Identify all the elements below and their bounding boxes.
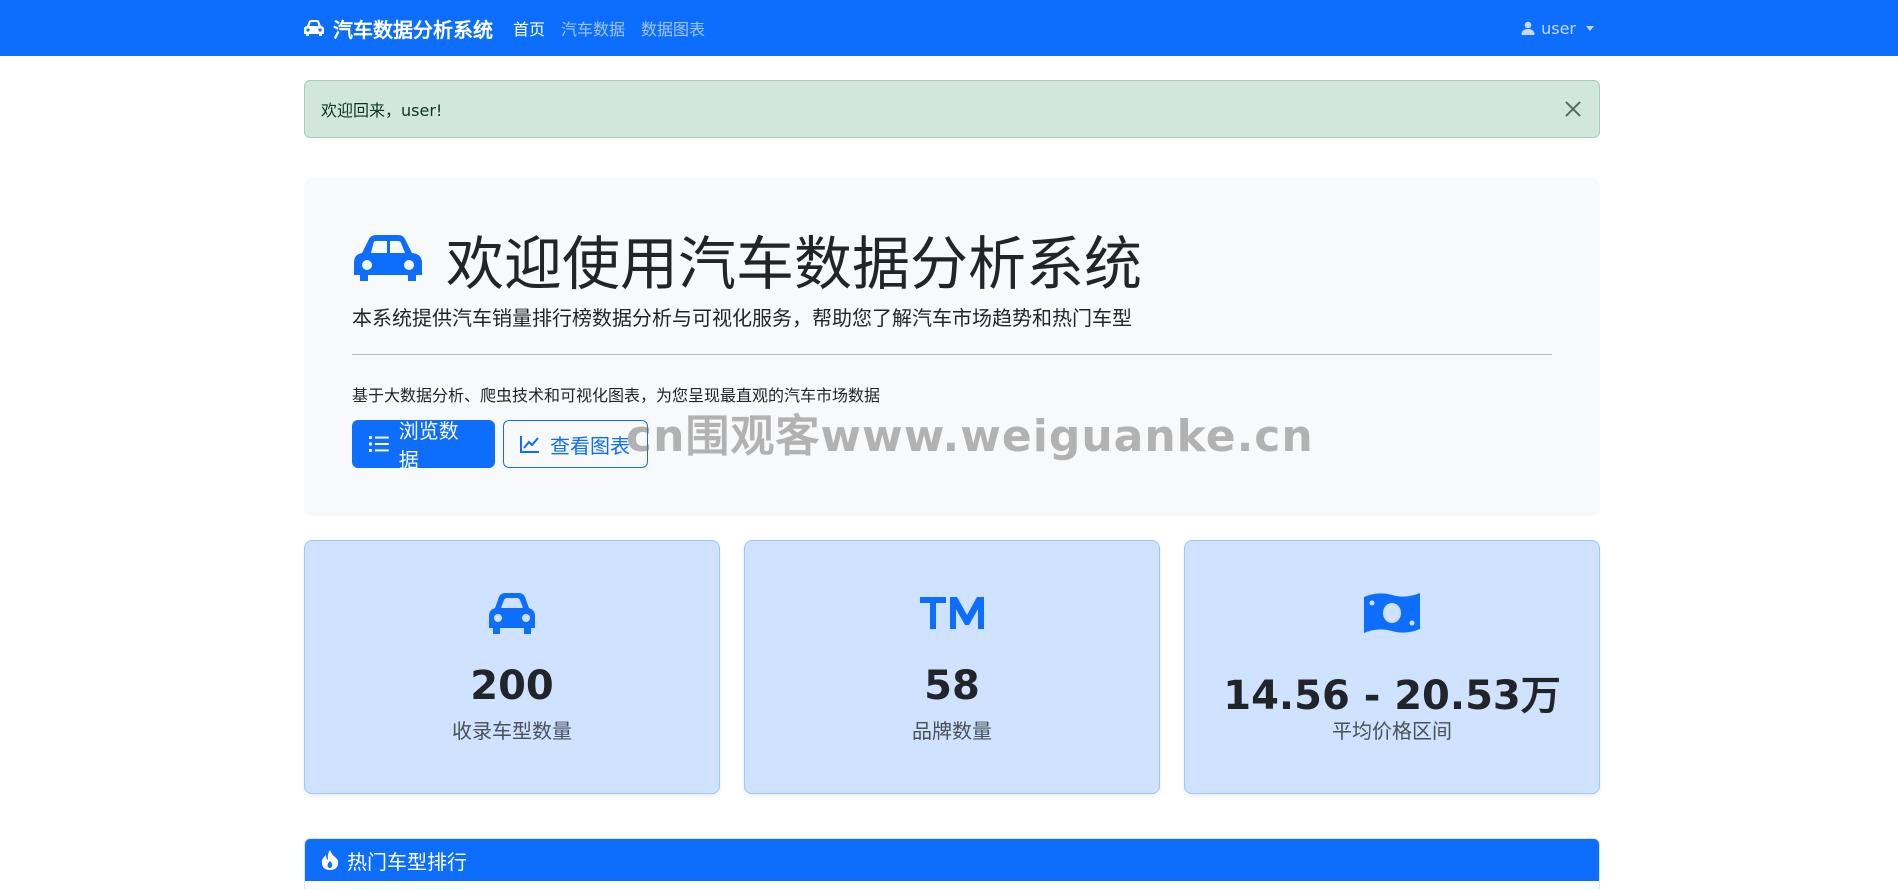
divider bbox=[352, 354, 1552, 355]
navbar: 汽车数据分析系统 首页 汽车数据 数据图表 user bbox=[0, 0, 1898, 56]
nav-links: 首页 汽车数据 数据图表 bbox=[513, 0, 705, 56]
user-menu[interactable]: user bbox=[1521, 0, 1594, 56]
view-charts-button[interactable]: 查看图表 bbox=[503, 420, 648, 468]
view-charts-label: 查看图表 bbox=[550, 433, 630, 458]
close-icon[interactable] bbox=[1563, 99, 1583, 119]
stat-value: 58 bbox=[924, 663, 980, 709]
line-chart-icon bbox=[520, 436, 539, 453]
nav-car-data[interactable]: 汽车数据 bbox=[561, 16, 625, 40]
chevron-down-icon bbox=[1586, 25, 1594, 31]
stat-value: 14.56 - 20.53万 bbox=[1223, 673, 1561, 719]
ranking-section: 热门车型排行 bbox=[304, 838, 1600, 889]
trademark-icon bbox=[920, 597, 984, 629]
stat-card-price: 14.56 - 20.53万 平均价格区间 bbox=[1184, 540, 1600, 794]
hero-section: 欢迎使用汽车数据分析系统 本系统提供汽车销量排行榜数据分析与可视化服务，帮助您了… bbox=[304, 178, 1600, 516]
hero-text: 基于大数据分析、爬虫技术和可视化图表，为您呈现最直观的汽车市场数据 bbox=[352, 386, 881, 405]
car-icon bbox=[489, 593, 535, 634]
hero-title-text: 欢迎使用汽车数据分析系统 bbox=[446, 230, 1143, 298]
browse-data-label: 浏览数据 bbox=[398, 419, 459, 472]
alert-message: 欢迎回来，user! bbox=[321, 101, 443, 120]
hero-lead: 本系统提供汽车销量排行榜数据分析与可视化服务，帮助您了解汽车市场趋势和热门车型 bbox=[352, 306, 1132, 330]
stat-label: 品牌数量 bbox=[912, 719, 992, 743]
user-name: user bbox=[1541, 18, 1576, 38]
car-icon bbox=[354, 235, 422, 281]
car-icon bbox=[304, 20, 324, 36]
welcome-alert: 欢迎回来，user! bbox=[304, 80, 1600, 138]
ranking-header: 热门车型排行 bbox=[305, 839, 1599, 881]
stat-value: 200 bbox=[470, 663, 554, 709]
browse-data-button[interactable]: 浏览数据 bbox=[352, 419, 495, 472]
brand-title: 汽车数据分析系统 bbox=[333, 17, 493, 42]
stat-card-models: 200 收录车型数量 bbox=[304, 540, 720, 794]
stat-label: 收录车型数量 bbox=[452, 719, 572, 743]
stat-label: 平均价格区间 bbox=[1332, 719, 1452, 743]
list-icon bbox=[369, 436, 389, 452]
nav-charts[interactable]: 数据图表 bbox=[641, 16, 705, 40]
stat-card-brands: 58 品牌数量 bbox=[744, 540, 1160, 794]
nav-home[interactable]: 首页 bbox=[513, 16, 545, 40]
page-title: 欢迎使用汽车数据分析系统 bbox=[352, 224, 1142, 298]
user-icon bbox=[1521, 21, 1535, 35]
fire-icon bbox=[321, 850, 339, 870]
money-icon bbox=[1364, 593, 1420, 633]
ranking-title: 热门车型排行 bbox=[347, 849, 467, 874]
brand[interactable]: 汽车数据分析系统 bbox=[303, 0, 493, 56]
